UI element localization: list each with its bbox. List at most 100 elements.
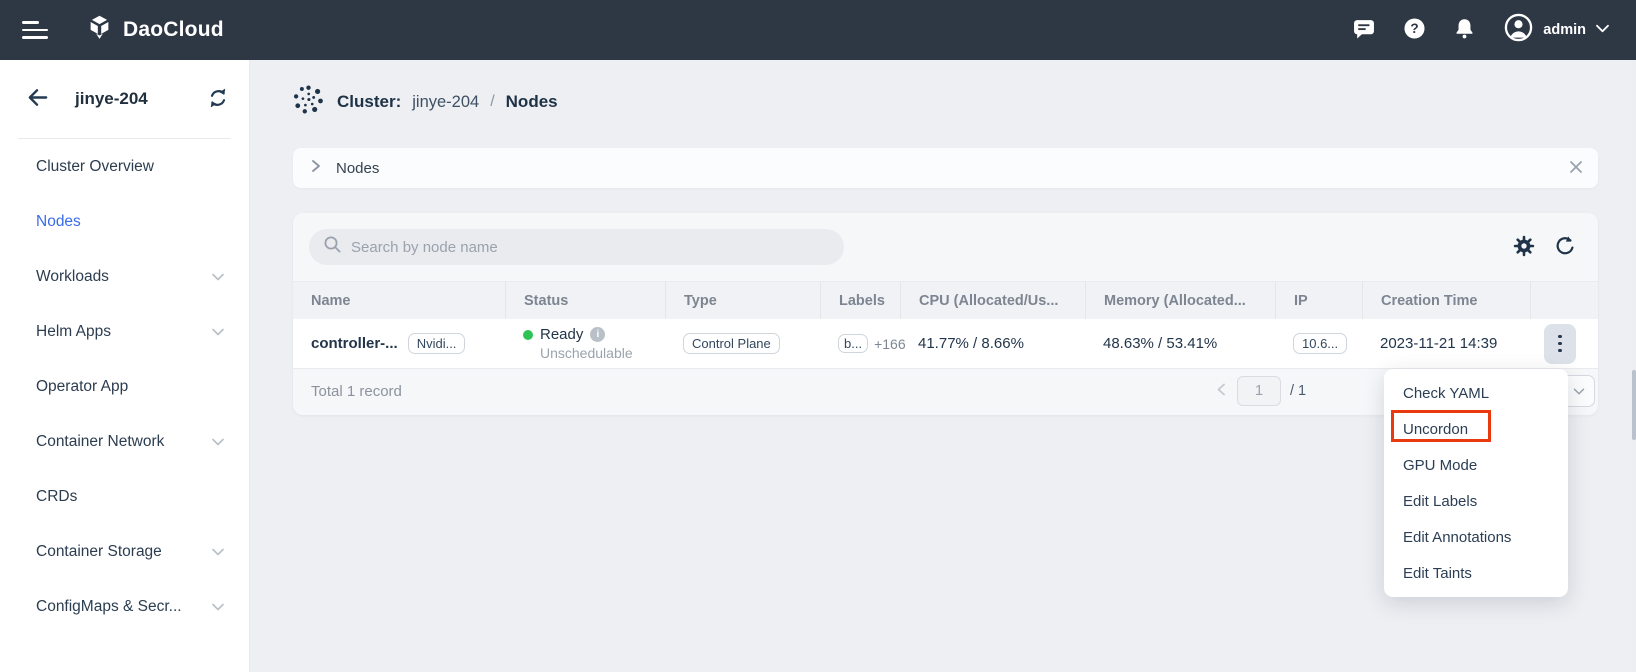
chevron-down-icon <box>211 602 225 612</box>
column-header-type: Type <box>665 282 820 319</box>
chevron-left-icon <box>1215 382 1228 400</box>
column-header-actions <box>1530 282 1598 319</box>
cell-status: Ready i Unschedulable <box>505 319 665 368</box>
chevron-down-icon <box>211 272 225 282</box>
page-header: Cluster: jinye-204 / Nodes <box>293 80 558 124</box>
banner-close-button[interactable] <box>1568 159 1584 178</box>
column-header-memory: Memory (Allocated... <box>1085 282 1275 319</box>
row-actions-kebab-button[interactable] <box>1544 324 1576 364</box>
sidebar-item-crds[interactable]: CRDs <box>0 469 249 524</box>
column-header-status: Status <box>505 282 665 319</box>
scrollbar-track[interactable] <box>1632 60 1636 672</box>
sidebar-item-workloads[interactable]: Workloads <box>0 249 249 304</box>
help-button[interactable]: ? <box>1403 17 1426 43</box>
page-total-text: / 1 <box>1290 383 1306 399</box>
chevron-down-icon <box>1573 384 1585 399</box>
status-text: Ready <box>540 326 583 343</box>
cell-labels: b... +166 <box>820 319 900 368</box>
message-icon <box>1352 18 1376 43</box>
cell-memory: 48.63% / 53.41% <box>1085 319 1275 368</box>
menu-item-uncordon[interactable]: Uncordon <box>1384 411 1568 447</box>
ip-badge: 10.6... <box>1293 333 1347 354</box>
avatar-icon <box>1503 12 1534 48</box>
brand-name: DaoCloud <box>123 18 224 42</box>
chevron-down-icon <box>211 327 225 337</box>
back-button[interactable] <box>26 86 49 112</box>
arrow-left-icon <box>26 86 49 112</box>
switch-icon <box>207 87 229 112</box>
table-settings-button[interactable] <box>1513 235 1535 260</box>
svg-text:?: ? <box>1411 21 1419 36</box>
breadcrumb-cluster-label: Cluster: <box>337 92 401 112</box>
user-name: admin <box>1543 22 1586 38</box>
column-header-name: Name <box>293 282 505 319</box>
sidebar-item-configmaps-secrets[interactable]: ConfigMaps & Secr... <box>0 579 249 634</box>
previous-page-button[interactable] <box>1215 382 1228 400</box>
cluster-icon <box>293 84 324 120</box>
user-menu[interactable]: admin <box>1503 12 1610 48</box>
sidebar-item-helm-apps[interactable]: Helm Apps <box>0 304 249 359</box>
nodes-collapse-banner: Nodes <box>293 148 1598 188</box>
node-name-badge: Nvidi... <box>408 333 466 354</box>
notifications-button[interactable] <box>1453 17 1476 43</box>
app-window: DaoCloud ? <box>0 0 1636 672</box>
chevron-right-icon[interactable] <box>309 158 323 179</box>
menu-item-edit-taints[interactable]: Edit Taints <box>1384 555 1568 591</box>
chevron-down-icon <box>211 547 225 557</box>
menu-toggle-button[interactable] <box>22 20 48 40</box>
cell-actions <box>1530 319 1598 368</box>
search-input[interactable] <box>351 239 830 256</box>
table-header: Name Status Type Labels CPU (Allocated/U… <box>293 281 1598 319</box>
status-sub-text: Unschedulable <box>540 345 633 361</box>
info-icon[interactable]: i <box>590 327 605 342</box>
breadcrumb-page-title: Nodes <box>506 92 558 112</box>
daocloud-logo-icon <box>86 14 113 46</box>
banner-label: Nodes <box>336 160 379 177</box>
column-header-ip: IP <box>1275 282 1362 319</box>
bell-icon <box>1453 17 1476 43</box>
menu-item-edit-labels[interactable]: Edit Labels <box>1384 483 1568 519</box>
status-dot <box>523 330 533 340</box>
search-box <box>309 229 844 265</box>
column-header-cpu: CPU (Allocated/Us... <box>900 282 1085 319</box>
cell-ip: 10.6... <box>1275 319 1362 368</box>
table-row[interactable]: controller-... Nvidi... Ready i Unschedu… <box>293 319 1598 369</box>
sidebar-item-nodes[interactable]: Nodes <box>0 194 249 249</box>
brand-logo[interactable]: DaoCloud <box>86 14 224 46</box>
pagination: / 1 <box>1215 369 1306 413</box>
sidebar-item-container-storage[interactable]: Container Storage <box>0 524 249 579</box>
node-name: controller-... <box>311 335 398 352</box>
gear-icon <box>1513 235 1535 260</box>
toolbar-icons <box>1513 235 1576 260</box>
refresh-button[interactable] <box>1554 235 1576 260</box>
sidebar-header: jinye-204 <box>0 60 249 138</box>
cell-cpu: 41.77% / 8.66% <box>900 319 1085 368</box>
breadcrumb-separator: / <box>490 93 494 111</box>
help-icon: ? <box>1403 17 1426 43</box>
menu-item-gpu-mode[interactable]: GPU Mode <box>1384 447 1568 483</box>
breadcrumb-cluster-name[interactable]: jinye-204 <box>412 93 479 112</box>
sidebar: jinye-204 Cluster Overview Nodes <box>0 60 250 672</box>
labels-badge: b... <box>838 334 868 353</box>
navbar-actions: ? <box>1352 12 1636 48</box>
messages-button[interactable] <box>1352 18 1376 43</box>
menu-item-edit-annotations[interactable]: Edit Annotations <box>1384 519 1568 555</box>
close-icon <box>1568 159 1584 178</box>
row-actions-menu: Check YAML Uncordon GPU Mode Edit Labels… <box>1384 369 1568 597</box>
menu-item-check-yaml[interactable]: Check YAML <box>1384 375 1568 411</box>
sidebar-cluster-name: jinye-204 <box>75 89 148 109</box>
chevron-down-icon <box>1595 21 1610 39</box>
sidebar-item-operator-app[interactable]: Operator App <box>0 359 249 414</box>
chevron-down-icon <box>211 437 225 447</box>
switch-cluster-button[interactable] <box>207 87 229 112</box>
top-navbar: DaoCloud ? <box>0 0 1636 60</box>
cell-name: controller-... Nvidi... <box>293 319 505 368</box>
sidebar-nav: Cluster Overview Nodes Workloads Helm Ap… <box>0 139 249 634</box>
sidebar-item-container-network[interactable]: Container Network <box>0 414 249 469</box>
scrollbar-thumb[interactable] <box>1632 370 1636 440</box>
total-records-text: Total 1 record <box>311 383 402 400</box>
table-toolbar <box>293 213 1598 281</box>
sidebar-item-cluster-overview[interactable]: Cluster Overview <box>0 139 249 194</box>
page-number-input[interactable] <box>1237 376 1281 406</box>
column-header-creation-time: Creation Time <box>1362 282 1530 319</box>
